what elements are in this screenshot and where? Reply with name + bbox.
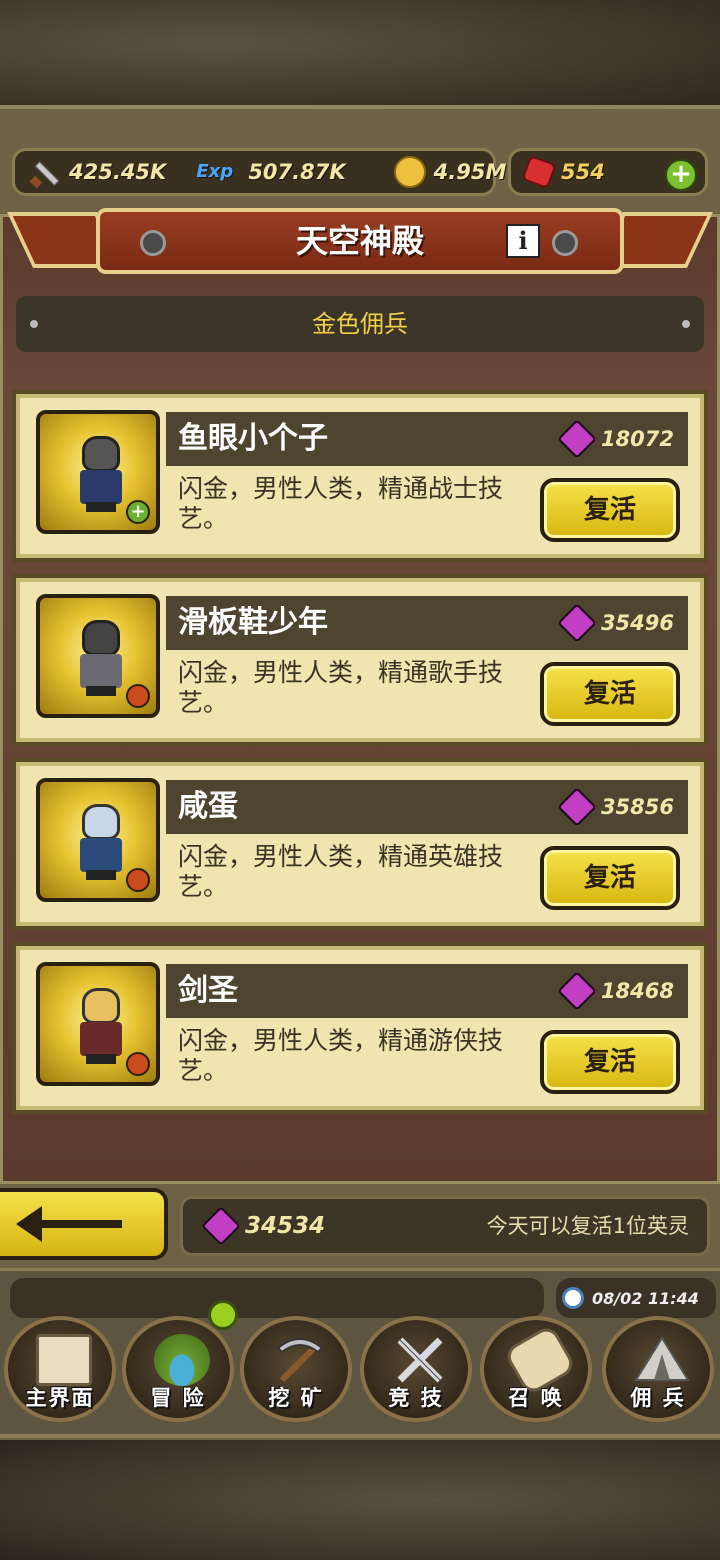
exp-icon: Exp xyxy=(196,161,234,182)
hero-description: 闪金，男性人类，精通歌手技艺。 xyxy=(178,658,504,717)
map-background-top xyxy=(0,0,720,110)
hero-portrait[interactable] xyxy=(36,778,160,902)
nav-label: 主界面 xyxy=(25,1386,95,1410)
hero-name-bar: 剑圣 18468 xyxy=(166,964,688,1018)
balance-value: 34534 xyxy=(245,1213,326,1239)
hero-name: 咸蛋 xyxy=(178,789,238,824)
nav-label: 召 唤 xyxy=(508,1386,564,1410)
purple-gem-icon xyxy=(557,787,597,827)
purple-gem-icon xyxy=(557,971,597,1011)
clock-icon xyxy=(562,1287,584,1309)
gold-value: 4.95M xyxy=(433,160,507,184)
revive-button[interactable]: 复活 xyxy=(540,846,680,910)
revive-button[interactable]: 复活 xyxy=(540,478,680,542)
back-arrow-icon xyxy=(16,1206,122,1242)
exp-value: 507.87K xyxy=(248,160,346,184)
ruby-resource: 554 xyxy=(521,154,605,190)
cost-value: 35856 xyxy=(600,795,674,819)
dot-icon xyxy=(682,320,690,328)
map-background-bottom xyxy=(0,1440,720,1560)
nav-label: 竞 技 xyxy=(388,1386,444,1410)
dot-icon xyxy=(30,320,38,328)
crossed-swords-icon xyxy=(397,1337,443,1383)
title-ribbon: 天空神殿 i xyxy=(96,208,624,274)
nav-mining[interactable]: 挖 矿 xyxy=(240,1316,352,1422)
hero-sprite xyxy=(74,436,128,512)
balance-bar: 34534 今天可以复活1位英灵 xyxy=(180,1196,710,1256)
nav-label: 挖 矿 xyxy=(268,1386,324,1410)
info-button[interactable]: i xyxy=(506,224,540,258)
nav-mercenary[interactable]: 佣 兵 xyxy=(602,1316,714,1422)
revive-limit-text: 今天可以复活1位英灵 xyxy=(486,1214,689,1238)
hero-description: 闪金，男性人类，精通英雄技艺。 xyxy=(178,842,504,901)
hero-sprite xyxy=(74,988,128,1064)
tent-icon xyxy=(634,1336,690,1381)
add-ruby-button[interactable]: + xyxy=(665,159,697,191)
gold-coin-icon xyxy=(393,156,426,188)
cost-value: 18072 xyxy=(600,427,674,451)
clock-display: 08/02 11:44 xyxy=(556,1278,716,1318)
nav-summon[interactable]: 召 唤 xyxy=(480,1316,592,1422)
category-header: 金色佣兵 xyxy=(16,296,704,352)
exp-resource: Exp 507.87K xyxy=(196,156,345,188)
weapon-badge-icon xyxy=(126,684,150,708)
hero-name-bar: 咸蛋 35856 xyxy=(166,780,688,834)
hero-card: + 鱼眼小个子 18072 闪金，男性人类，精通战士技艺。 复活 xyxy=(12,390,708,562)
purple-gem-icon xyxy=(201,1206,241,1246)
weapon-badge-icon xyxy=(126,1052,150,1076)
hero-card: 剑圣 18468 闪金，男性人类，精通游侠技艺。 复活 xyxy=(12,942,708,1114)
ruby-icon xyxy=(521,154,557,190)
hero-card: 滑板鞋少年 35496 闪金，男性人类，精通歌手技艺。 复活 xyxy=(12,574,708,746)
weapon-badge-icon xyxy=(126,868,150,892)
nav-main[interactable]: 主界面 xyxy=(4,1316,116,1422)
datetime: 08/02 11:44 xyxy=(592,1288,699,1308)
attack-resource: 425.45K xyxy=(29,156,166,188)
ribbon-rivet-icon xyxy=(140,230,166,256)
hero-name-bar: 滑板鞋少年 35496 xyxy=(166,596,688,650)
sword-icon xyxy=(29,156,61,188)
ruby-value: 554 xyxy=(561,160,605,184)
purple-gem-icon xyxy=(557,603,597,643)
hero-portrait[interactable]: + xyxy=(36,410,160,534)
revive-cost: 18468 xyxy=(557,964,674,1018)
hero-portrait[interactable] xyxy=(36,594,160,718)
cost-value: 18468 xyxy=(600,979,674,1003)
revive-cost: 35856 xyxy=(557,780,674,834)
resource-bar: 425.45K Exp 507.87K 4.95M xyxy=(12,148,506,196)
hero-sprite xyxy=(74,804,128,880)
pickaxe-icon xyxy=(276,1338,324,1383)
map-scroll-icon xyxy=(36,1334,92,1386)
revive-button[interactable]: 复活 xyxy=(540,1030,680,1094)
hero-name: 剑圣 xyxy=(178,973,238,1008)
hero-description: 闪金，男性人类，精通战士技艺。 xyxy=(178,474,504,533)
hero-card: 咸蛋 35856 闪金，男性人类，精通英雄技艺。 复活 xyxy=(12,758,708,930)
island-icon xyxy=(154,1334,210,1386)
ribbon-rivet-icon xyxy=(552,230,578,256)
revive-cost: 35496 xyxy=(557,596,674,650)
hero-portrait[interactable] xyxy=(36,962,160,1086)
attack-value: 425.45K xyxy=(69,160,167,184)
nav-adventure[interactable]: 冒 险 xyxy=(122,1316,234,1422)
hero-description: 闪金，男性人类，精通游侠技艺。 xyxy=(178,1026,504,1085)
hero-name-bar: 鱼眼小个子 18072 xyxy=(166,412,688,466)
ruby-bar: 554 + xyxy=(508,148,708,196)
nav-label: 冒 险 xyxy=(150,1386,206,1410)
notification-dot-icon xyxy=(208,1300,238,1330)
page-title: 天空神殿 xyxy=(295,222,424,260)
cost-value: 35496 xyxy=(600,611,674,635)
revive-button[interactable]: 复活 xyxy=(540,662,680,726)
revive-cost: 18072 xyxy=(557,412,674,466)
category-title: 金色佣兵 xyxy=(312,310,408,338)
message-bar[interactable] xyxy=(10,1278,544,1318)
gem-balance: 34534 xyxy=(201,1199,326,1253)
purple-gem-icon xyxy=(557,419,597,459)
nav-arena[interactable]: 竞 技 xyxy=(360,1316,472,1422)
hero-sprite xyxy=(74,620,128,696)
hero-name: 鱼眼小个子 xyxy=(178,421,328,456)
level-up-badge-icon: + xyxy=(126,500,150,524)
gold-resource: 4.95M xyxy=(393,156,507,188)
nav-label: 佣 兵 xyxy=(630,1386,686,1410)
hero-name: 滑板鞋少年 xyxy=(178,605,328,640)
back-button[interactable] xyxy=(0,1188,168,1260)
